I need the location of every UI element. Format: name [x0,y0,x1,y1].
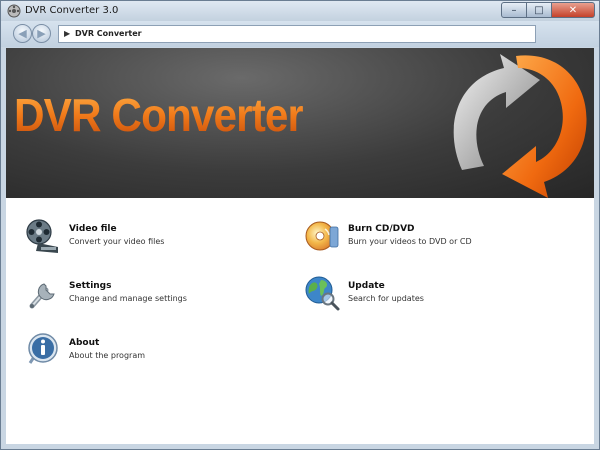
window-title: DVR Converter 3.0 [25,5,119,16]
film-reel-icon [26,219,58,253]
title-bar[interactable]: DVR Converter 3.0 – □ ✕ [1,1,599,21]
menu-item-settings[interactable]: Settings Change and manage settings [24,274,274,316]
main-menu: Video file Convert your video files Sett… [6,198,594,444]
forward-arrow-icon: ▶ [37,27,46,40]
menu-item-description: Burn your videos to DVD or CD [348,237,472,246]
menu-item-update[interactable]: Update Search for updates [303,274,553,316]
info-icon [28,333,58,364]
menu-item-description: Change and manage settings [69,294,187,303]
forward-button[interactable]: ▶ [32,24,51,43]
menu-item-label: About [69,338,100,348]
menu-item-label: Video file [69,224,117,234]
menu-item-description: Convert your video files [69,237,165,246]
address-bar[interactable]: ▶ DVR Converter [58,25,536,43]
globe-search-icon [305,276,340,311]
menu-item-label: Update [348,281,385,291]
banner-title: DVR Converter [14,89,304,141]
menu-item-description: Search for updates [348,294,424,303]
back-button[interactable]: ◀ [13,24,32,43]
menu-item-description: About the program [69,351,146,360]
menu-item-label: Settings [69,281,112,291]
menu-item-video-file[interactable]: Video file Convert your video files [24,217,274,259]
disc-icon [305,221,339,251]
close-button[interactable]: ✕ [551,2,595,18]
header-banner: DVR Converter [6,48,594,198]
minimize-button[interactable]: – [501,2,527,18]
maximize-button[interactable]: □ [526,2,552,18]
breadcrumb-arrow-icon[interactable]: ▶ [64,29,70,38]
menu-item-about[interactable]: About About the program [24,331,274,373]
window-controls: – □ ✕ [501,2,595,18]
menu-item-label: Burn CD/DVD [348,224,415,234]
convert-arrows-icon [453,54,587,198]
wrench-icon [29,283,55,309]
back-arrow-icon: ◀ [18,27,27,40]
app-icon [7,4,21,18]
app-window: DVR Converter 3.0 – □ ✕ ◀ ▶ ▶ DVR Conver… [0,0,600,450]
breadcrumb[interactable]: DVR Converter [75,29,142,38]
navigation-bar: ◀ ▶ ▶ DVR Converter [1,21,599,47]
menu-item-burn-cd-dvd[interactable]: Burn CD/DVD Burn your videos to DVD or C… [303,217,553,259]
